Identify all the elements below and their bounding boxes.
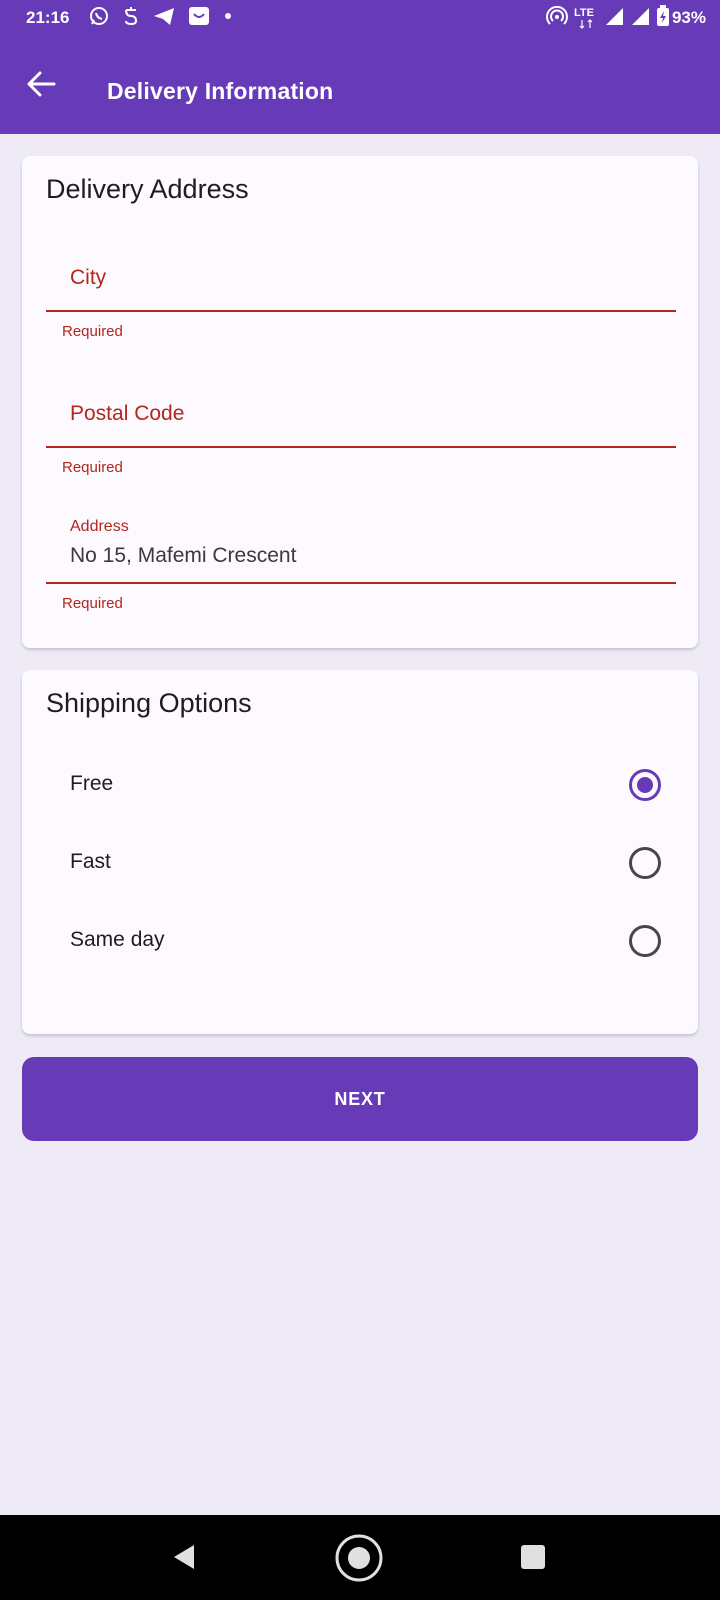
shipping-options-card: Shipping Options Free Fast Same day — [22, 670, 698, 1034]
option-label-free: Free — [70, 772, 114, 795]
option-label-fast: Fast — [70, 850, 111, 873]
address-underline — [46, 582, 676, 584]
address-value: No 15, Mafemi Crescent — [70, 544, 297, 567]
battery-charging-icon — [656, 4, 670, 32]
address-label: Address — [70, 518, 129, 535]
radio-fast[interactable] — [629, 847, 661, 879]
arrow-left-icon — [27, 71, 56, 97]
s-app-icon — [122, 5, 140, 32]
dot-icon — [222, 5, 234, 32]
postal-code-field[interactable]: Postal Code — [46, 364, 676, 448]
signal-icon — [604, 6, 624, 31]
recents-square-icon[interactable] — [520, 1544, 546, 1575]
app-bar: Delivery Information — [0, 36, 720, 134]
radio-same-day[interactable] — [629, 925, 661, 957]
shipping-option-same-day[interactable]: Same day — [46, 906, 676, 976]
signal-icon — [630, 6, 650, 31]
postal-code-placeholder: Postal Code — [70, 402, 185, 425]
postal-code-helper-text: Required — [62, 459, 123, 476]
address-field[interactable]: Address No 15, Mafemi Crescent — [46, 500, 676, 584]
telegram-icon — [152, 5, 176, 32]
shipping-options-title: Shipping Options — [46, 688, 252, 718]
city-field[interactable]: City — [46, 228, 676, 312]
city-placeholder: City — [70, 266, 107, 289]
battery-percent: 93% — [671, 8, 706, 27]
shipping-option-fast[interactable]: Fast — [46, 828, 676, 898]
delivery-address-card: Delivery Address City Required Postal Co… — [22, 156, 698, 648]
city-underline — [46, 310, 676, 312]
hotspot-icon — [546, 5, 568, 32]
back-button[interactable] — [20, 66, 64, 102]
lte-icon: LTE — [574, 7, 598, 29]
city-helper-text: Required — [62, 323, 123, 340]
navigation-bar — [0, 1515, 720, 1600]
back-triangle-icon[interactable] — [168, 1541, 200, 1578]
system-icons: LTE — [546, 4, 670, 32]
shop-icon — [188, 5, 210, 32]
notification-icons — [88, 6, 234, 30]
option-label-same-day: Same day — [70, 928, 165, 951]
page-title: Delivery Information — [107, 78, 334, 104]
status-bar: 21:16 LTE 93% — [0, 0, 720, 36]
address-helper-text: Required — [62, 595, 123, 612]
lte-label: LTE — [574, 7, 594, 19]
home-circle-icon[interactable] — [334, 1533, 384, 1588]
radio-free[interactable] — [629, 769, 661, 801]
whatsapp-icon — [88, 5, 110, 32]
postal-code-underline — [46, 446, 676, 448]
delivery-address-title: Delivery Address — [46, 174, 249, 204]
status-time: 21:16 — [26, 8, 70, 27]
shipping-option-free[interactable]: Free — [46, 750, 676, 820]
next-button[interactable]: NEXT — [22, 1057, 698, 1141]
